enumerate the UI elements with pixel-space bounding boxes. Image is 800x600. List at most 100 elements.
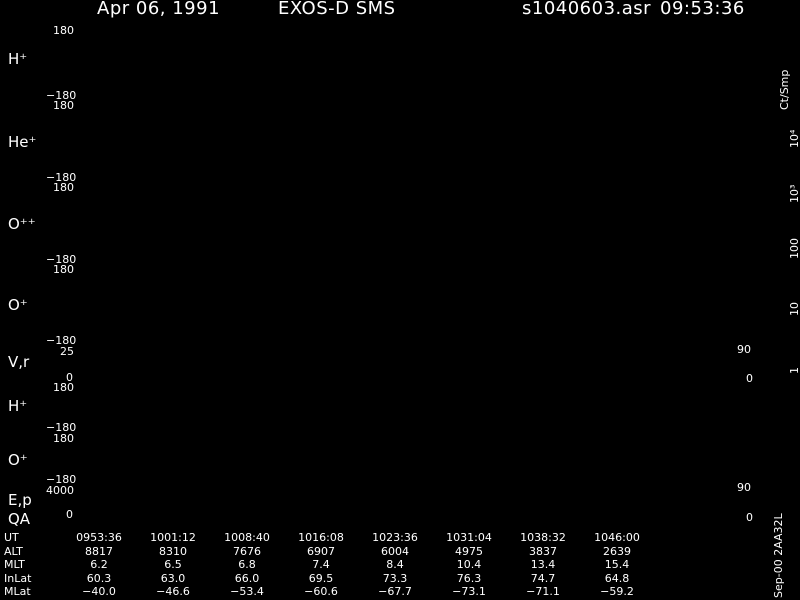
vr-line [344, 357, 356, 380]
ep-line [190, 506, 205, 517]
table-row: MLat −40.0 −46.6 −53.4 −60.6 −67.7 −73.1 −71.1 −… [4, 585, 654, 599]
panel-label-h: H⁺ [8, 50, 28, 68]
table-cell: 1001:12 [150, 531, 196, 545]
vr-line [174, 357, 186, 380]
ep-line [88, 506, 103, 517]
ep-line [139, 506, 154, 517]
ep-line [683, 506, 698, 517]
ytick-p8-bot: 0 [66, 508, 73, 521]
colorbar-segment [774, 362, 784, 379]
table-cell: 6.2 [90, 558, 108, 572]
ep-line [309, 506, 324, 517]
ep-line [224, 506, 239, 517]
panel-label-vr: V,r [8, 353, 30, 371]
ep-line [598, 506, 613, 517]
ep-line [547, 506, 562, 517]
colorbar-tick-1e4: 10⁴ [788, 129, 800, 148]
table-cell: 7.4 [312, 558, 330, 572]
vr-line [446, 357, 458, 380]
table-cell: 6004 [381, 544, 409, 558]
vr-line [89, 357, 101, 380]
ytick-p7-top: 180 [53, 432, 74, 445]
table-cell: 15.4 [604, 558, 630, 572]
row-label: InLat [4, 571, 32, 585]
table-row: InLat 60.3 63.0 66.0 69.5 73.3 76.3 74.7 64.8 [4, 572, 654, 586]
table-cell: −40.0 [82, 585, 116, 599]
colorbar-segment [774, 267, 784, 284]
ep-line [615, 506, 630, 517]
ep-line [275, 506, 290, 517]
ep-line [241, 506, 256, 517]
spectrogram-figure [78, 24, 785, 529]
colorbar-segment [774, 188, 784, 205]
ytick-p6-top: 180 [53, 381, 74, 394]
vr-line [293, 357, 305, 380]
colorbar-segment [774, 251, 784, 268]
vr-line [667, 357, 679, 380]
vr-line [599, 357, 611, 380]
ep-line [156, 506, 171, 517]
colorbar-segment [774, 204, 784, 221]
table-cell: 60.3 [86, 571, 112, 585]
ep-line [173, 506, 188, 517]
panel-label-he: He⁺ [8, 133, 37, 151]
vr-line [242, 357, 254, 380]
table-cell: 1038:32 [520, 531, 566, 545]
vr-line [616, 357, 628, 380]
colorbar-tick-1: 1 [788, 367, 800, 374]
qa-bar-warn [460, 521, 708, 526]
table-cell: −71.1 [526, 585, 560, 599]
ep-line [292, 506, 307, 517]
vr-line [429, 357, 441, 380]
table-cell: 0953:36 [76, 531, 122, 545]
table-cell: 7676 [233, 544, 261, 558]
table-cell: 1031:04 [446, 531, 492, 545]
rtick-p5-bot: 0 [746, 372, 753, 385]
vr-line [412, 357, 424, 380]
ep-line [207, 506, 222, 517]
vr-line [310, 357, 322, 380]
ep-line [649, 506, 664, 517]
table-cell: 6.8 [238, 558, 256, 572]
ytick-p8-top: 4000 [46, 484, 74, 497]
vr-line [208, 357, 220, 380]
ep-line [326, 506, 341, 517]
ep-line [513, 506, 528, 517]
vr-line [106, 357, 118, 380]
ytick-p3-top: 180 [53, 181, 74, 194]
table-cell: 1023:36 [372, 531, 418, 545]
table-cell: 4975 [455, 544, 483, 558]
colorbar-frame [773, 124, 785, 379]
ep-line [122, 506, 137, 517]
vr-line [582, 357, 594, 380]
ytick-p5-top: 25 [60, 345, 74, 358]
table-cell: −60.6 [304, 585, 338, 599]
table-cell: 8.4 [386, 558, 404, 572]
colorbar-segment [774, 125, 784, 142]
vr-line [123, 357, 135, 380]
colorbar-tick-10: 10 [788, 302, 800, 316]
vr-line [361, 357, 373, 380]
table-cell: −59.2 [600, 585, 634, 599]
ep-line [360, 506, 375, 517]
vr-line [276, 357, 288, 380]
table-cell: 8817 [85, 544, 113, 558]
vr-line [514, 357, 526, 380]
vr-line [378, 357, 390, 380]
table-cell: 1016:08 [298, 531, 344, 545]
table-cell: 10.4 [456, 558, 482, 572]
table-cell: −53.4 [230, 585, 264, 599]
colorbar-tick-1e3: 10³ [788, 184, 800, 203]
vr-line [684, 357, 696, 380]
row-label: MLat [4, 585, 31, 599]
colorbar-segment [774, 235, 784, 252]
colorbar-segment [774, 219, 784, 237]
table-row: UT 0953:36 1001:12 1008:40 1016:08 1023:36 103… [4, 531, 654, 545]
header-mission: EXOS-D SMS [278, 0, 396, 19]
ep-line [428, 506, 443, 517]
vr-line [259, 357, 271, 380]
colorbar-segment [774, 283, 784, 300]
header-time: 09:53:36 [660, 0, 745, 19]
vr-line [497, 357, 509, 380]
table-cell: 74.7 [530, 571, 556, 585]
